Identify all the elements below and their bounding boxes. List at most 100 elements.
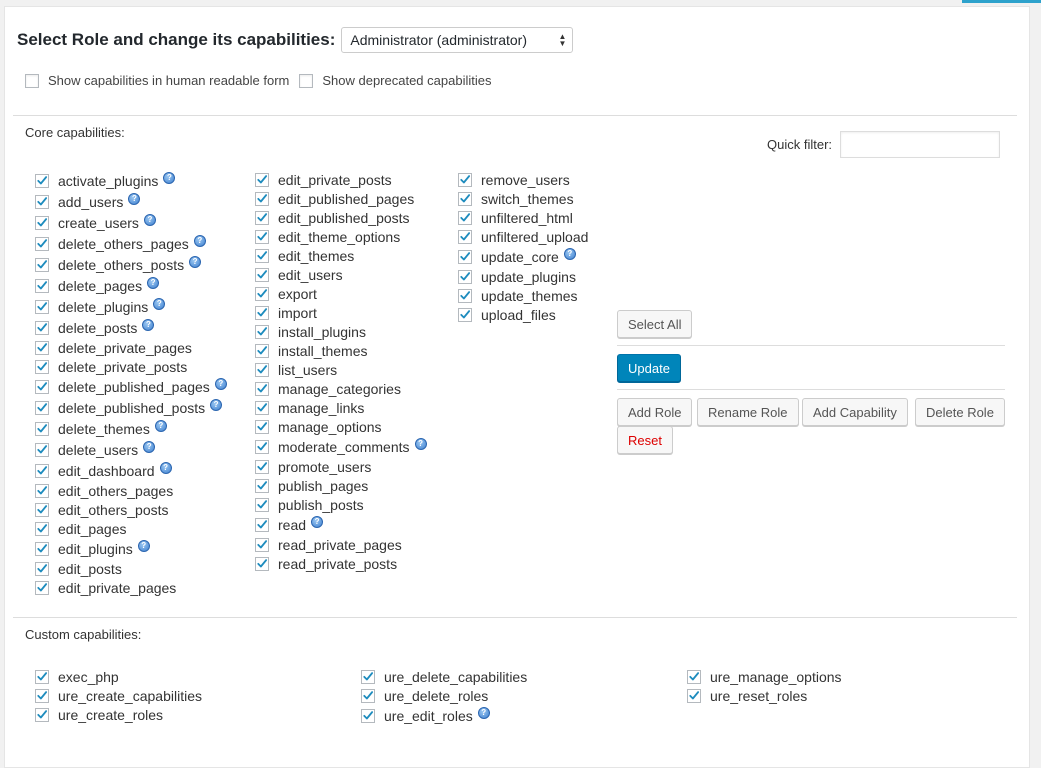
capability-update-plugins[interactable]: update_plugins: [458, 267, 588, 286]
capability-checkbox[interactable]: [255, 191, 269, 206]
capability-checkbox[interactable]: [255, 324, 269, 339]
add-capability-button[interactable]: Add Capability: [802, 398, 908, 426]
capability-checkbox[interactable]: [361, 708, 375, 723]
capability-update-core[interactable]: update_core?: [458, 246, 588, 267]
help-icon[interactable]: ?: [128, 192, 141, 205]
capability-delete-private-pages[interactable]: delete_private_pages: [35, 338, 227, 357]
capability-checkbox[interactable]: [35, 173, 49, 188]
capability-exec-php[interactable]: exec_php: [35, 667, 202, 686]
capability-delete-users[interactable]: delete_users?: [35, 439, 227, 460]
capability-add-users[interactable]: add_users?: [35, 191, 227, 212]
capability-delete-published-posts[interactable]: delete_published_posts?: [35, 397, 227, 418]
capability-checkbox[interactable]: [35, 359, 49, 374]
capability-edit-themes[interactable]: edit_themes: [255, 246, 427, 265]
capability-update-themes[interactable]: update_themes: [458, 286, 588, 305]
capability-install-themes[interactable]: install_themes: [255, 341, 427, 360]
human-readable-option[interactable]: Show capabilities in human readable form: [25, 73, 289, 88]
help-icon[interactable]: ?: [311, 515, 324, 528]
capability-delete-posts[interactable]: delete_posts?: [35, 317, 227, 338]
capability-edit-dashboard[interactable]: edit_dashboard?: [35, 460, 227, 481]
capability-edit-plugins[interactable]: edit_plugins?: [35, 538, 227, 559]
capability-ure-delete-capabilities[interactable]: ure_delete_capabilities: [361, 667, 527, 686]
capability-read-private-posts[interactable]: read_private_posts: [255, 554, 427, 573]
capability-checkbox[interactable]: [255, 478, 269, 493]
capability-edit-theme-options[interactable]: edit_theme_options: [255, 227, 427, 246]
help-icon[interactable]: ?: [414, 437, 427, 450]
capability-checkbox[interactable]: [35, 502, 49, 517]
capability-edit-others-pages[interactable]: edit_others_pages: [35, 481, 227, 500]
capability-checkbox[interactable]: [255, 286, 269, 301]
capability-checkbox[interactable]: [35, 320, 49, 335]
capability-checkbox[interactable]: [35, 483, 49, 498]
capability-checkbox[interactable]: [35, 257, 49, 272]
capability-delete-themes[interactable]: delete_themes?: [35, 418, 227, 439]
capability-checkbox[interactable]: [255, 229, 269, 244]
capability-checkbox[interactable]: [35, 236, 49, 251]
help-icon[interactable]: ?: [563, 247, 576, 260]
capability-unfiltered-html[interactable]: unfiltered_html: [458, 208, 588, 227]
capability-checkbox[interactable]: [458, 288, 472, 303]
capability-checkbox[interactable]: [458, 210, 472, 225]
role-select[interactable]: Administrator (administrator) ▲ ▼: [341, 27, 574, 53]
capability-delete-plugins[interactable]: delete_plugins?: [35, 296, 227, 317]
capability-checkbox[interactable]: [35, 278, 49, 293]
capability-export[interactable]: export: [255, 284, 427, 303]
capability-checkbox[interactable]: [458, 269, 472, 284]
help-icon[interactable]: ?: [214, 377, 227, 390]
capability-activate-plugins[interactable]: activate_plugins?: [35, 170, 227, 191]
add-role-button[interactable]: Add Role: [617, 398, 693, 426]
deprecated-checkbox[interactable]: [299, 73, 314, 88]
help-icon[interactable]: ?: [477, 706, 490, 719]
capability-checkbox[interactable]: [458, 191, 472, 206]
help-icon[interactable]: ?: [163, 171, 176, 184]
capability-checkbox[interactable]: [255, 362, 269, 377]
capability-publish-posts[interactable]: publish_posts: [255, 495, 427, 514]
capability-manage-categories[interactable]: manage_categories: [255, 379, 427, 398]
capability-checkbox[interactable]: [255, 172, 269, 187]
rename-role-button[interactable]: Rename Role: [697, 398, 799, 426]
capability-checkbox[interactable]: [255, 459, 269, 474]
help-icon[interactable]: ?: [189, 255, 202, 268]
capability-edit-pages[interactable]: edit_pages: [35, 519, 227, 538]
capability-manage-options[interactable]: manage_options: [255, 417, 427, 436]
capability-checkbox[interactable]: [35, 688, 49, 703]
capability-checkbox[interactable]: [255, 537, 269, 552]
deprecated-option[interactable]: Show deprecated capabilities: [299, 73, 491, 88]
capability-checkbox[interactable]: [361, 688, 375, 703]
capability-create-users[interactable]: create_users?: [35, 212, 227, 233]
capability-checkbox[interactable]: [35, 421, 49, 436]
capability-checkbox[interactable]: [35, 299, 49, 314]
capability-edit-posts[interactable]: edit_posts: [35, 559, 227, 578]
capability-checkbox[interactable]: [361, 669, 375, 684]
help-icon[interactable]: ?: [159, 461, 172, 474]
capability-unfiltered-upload[interactable]: unfiltered_upload: [458, 227, 588, 246]
help-icon[interactable]: ?: [143, 440, 156, 453]
capability-edit-published-posts[interactable]: edit_published_posts: [255, 208, 427, 227]
help-icon[interactable]: ?: [137, 539, 150, 552]
capability-publish-pages[interactable]: publish_pages: [255, 476, 427, 495]
capability-switch-themes[interactable]: switch_themes: [458, 189, 588, 208]
capability-manage-links[interactable]: manage_links: [255, 398, 427, 417]
capability-ure-create-roles[interactable]: ure_create_roles: [35, 705, 202, 724]
capability-ure-delete-roles[interactable]: ure_delete_roles: [361, 686, 527, 705]
capability-checkbox[interactable]: [255, 210, 269, 225]
capability-checkbox[interactable]: [35, 669, 49, 684]
help-icon[interactable]: ?: [193, 234, 206, 247]
capability-checkbox[interactable]: [35, 442, 49, 457]
capability-promote-users[interactable]: promote_users: [255, 457, 427, 476]
capability-checkbox[interactable]: [255, 267, 269, 282]
capability-checkbox[interactable]: [255, 439, 269, 454]
help-icon[interactable]: ?: [154, 419, 167, 432]
select-all-button[interactable]: Select All: [617, 310, 693, 338]
delete-role-button[interactable]: Delete Role: [915, 398, 1005, 426]
capability-import[interactable]: import: [255, 303, 427, 322]
capability-read-private-pages[interactable]: read_private_pages: [255, 535, 427, 554]
capability-list-users[interactable]: list_users: [255, 360, 427, 379]
capability-checkbox[interactable]: [458, 249, 472, 264]
capability-install-plugins[interactable]: install_plugins: [255, 322, 427, 341]
capability-ure-manage-options[interactable]: ure_manage_options: [687, 667, 842, 686]
capability-ure-create-capabilities[interactable]: ure_create_capabilities: [35, 686, 202, 705]
update-button[interactable]: Update: [617, 354, 681, 382]
capability-checkbox[interactable]: [35, 521, 49, 536]
capability-delete-others-pages[interactable]: delete_others_pages?: [35, 233, 227, 254]
